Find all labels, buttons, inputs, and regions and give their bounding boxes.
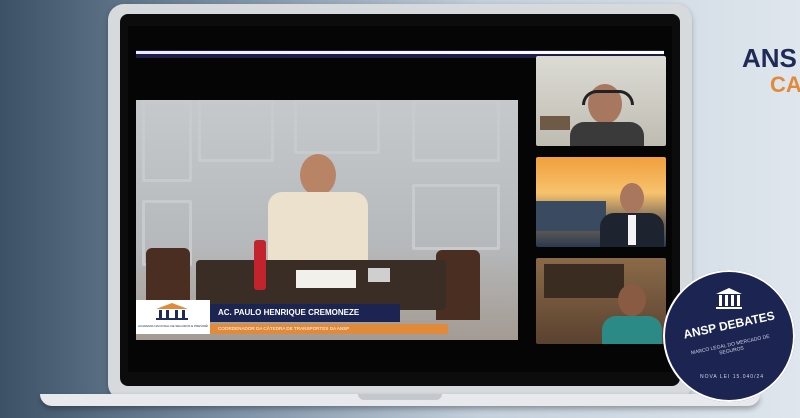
building-columns-icon (716, 288, 742, 309)
participant-head (618, 284, 646, 316)
wall-panel (412, 184, 500, 250)
shirt (628, 215, 636, 245)
desk-phone (368, 268, 390, 282)
top-banner-stripe (136, 51, 664, 54)
ansp-debates-badge: ANSP DEBATES MARCO LEGAL DO MERCADO DE S… (663, 270, 795, 402)
speaker-torso (268, 192, 368, 264)
participant-head (620, 183, 644, 213)
logo-text: ACADEMIA NACIONAL DE SEGUROS E PREVIDÊNC… (138, 324, 208, 328)
participant-tile-3[interactable] (536, 258, 666, 344)
video-conference-screen: ACADEMIA NACIONAL DE SEGUROS E PREVIDÊNC… (128, 26, 672, 372)
participant-tile-2[interactable] (536, 157, 666, 247)
badge-law: NOVA LEI 15.040/24 (699, 374, 765, 380)
participant-torso (570, 122, 644, 146)
speaker-role: COORDENADOR DA CÂTEDRA DE TRANSPORTES DA… (210, 324, 448, 334)
building-columns-icon (156, 303, 188, 320)
bookshelf (544, 264, 624, 298)
main-speaker-video[interactable]: ACADEMIA NACIONAL DE SEGUROS E PREVIDÊNC… (136, 100, 518, 340)
brand-logo-text: ANS (742, 43, 797, 73)
papers (296, 270, 356, 288)
wall-panel (412, 100, 500, 162)
speaker-head (300, 154, 336, 196)
wall-panel (142, 100, 192, 182)
shelf (540, 116, 570, 130)
participant-torso (602, 316, 662, 344)
ansp-logo: ACADEMIA NACIONAL DE SEGUROS E PREVIDÊNC… (136, 300, 210, 334)
wall-panel (198, 100, 274, 162)
speaker-figure (254, 154, 384, 264)
port-cranes (536, 201, 606, 231)
laptop-notch (358, 394, 442, 400)
headset-icon (582, 90, 634, 105)
red-bottle (254, 240, 266, 290)
participant-tile-1[interactable] (536, 56, 666, 146)
speaker-name: AC. PAULO HENRIQUE CREMONEZE (210, 304, 400, 322)
wall-panel (294, 100, 380, 154)
brand-logo-subtext: CA (770, 72, 800, 97)
lower-third: ACADEMIA NACIONAL DE SEGUROS E PREVIDÊNC… (136, 300, 518, 340)
